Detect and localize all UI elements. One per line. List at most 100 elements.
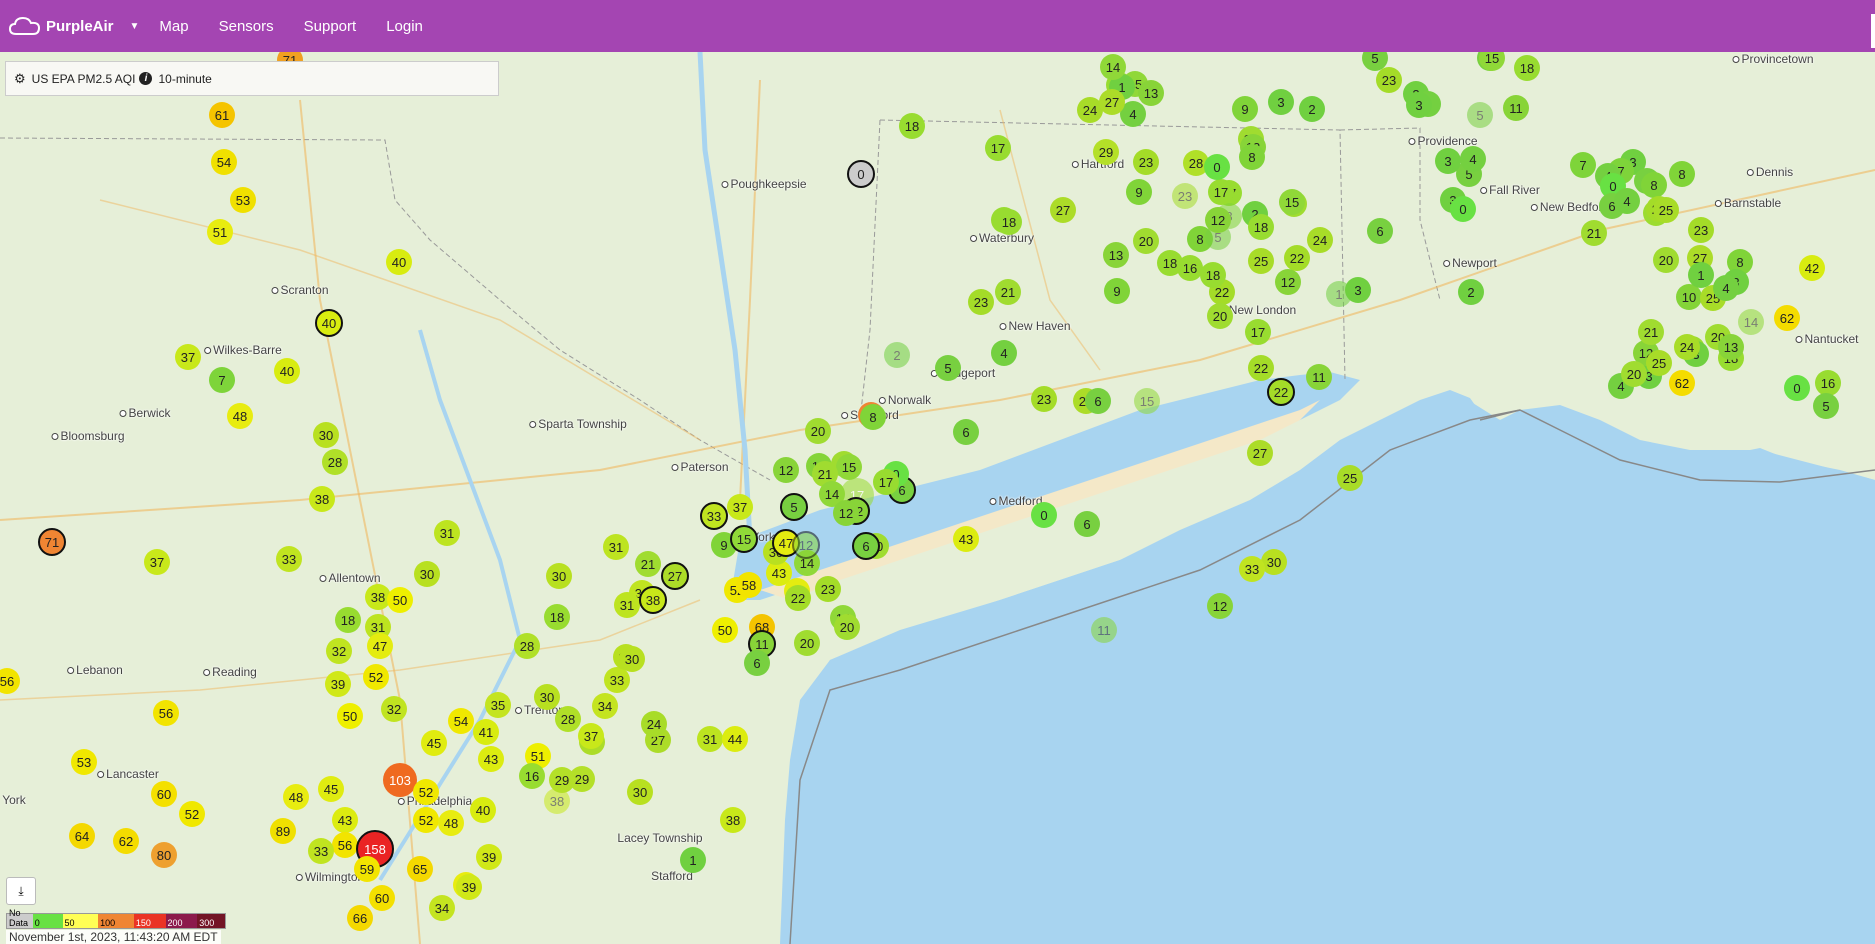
- sensor-marker[interactable]: 41: [473, 719, 499, 745]
- sensor-marker[interactable]: 27: [1099, 89, 1125, 115]
- sensor-marker[interactable]: 39: [456, 874, 482, 900]
- sensor-marker[interactable]: 12: [1207, 593, 1233, 619]
- map-canvas[interactable]: BinghamtonScrantonWilkes-BarreBerwickBlo…: [0, 52, 1875, 944]
- sensor-marker[interactable]: 40: [274, 358, 300, 384]
- sensor-marker[interactable]: 2: [884, 342, 910, 368]
- sensor-marker[interactable]: 14: [1738, 309, 1764, 335]
- sensor-marker[interactable]: 22: [1284, 245, 1310, 271]
- sensor-marker[interactable]: 11: [1306, 364, 1332, 390]
- sensor-marker[interactable]: 6: [852, 532, 880, 560]
- sensor-marker[interactable]: 54: [448, 708, 474, 734]
- sensor-marker[interactable]: 20: [1133, 228, 1159, 254]
- sensor-marker[interactable]: 2: [1458, 279, 1484, 305]
- sensor-marker[interactable]: 9: [1232, 96, 1258, 122]
- sensor-marker[interactable]: 54: [211, 149, 237, 175]
- sensor-marker[interactable]: 16: [1177, 255, 1203, 281]
- sensor-marker[interactable]: 31: [697, 726, 723, 752]
- sensor-marker[interactable]: 39: [476, 844, 502, 870]
- sensor-marker[interactable]: 6: [1367, 218, 1393, 244]
- sensor-marker[interactable]: 61: [209, 102, 235, 128]
- sensor-marker[interactable]: 60: [369, 885, 395, 911]
- sensor-marker[interactable]: 52: [413, 807, 439, 833]
- nav-map[interactable]: Map: [159, 18, 188, 35]
- sensor-marker[interactable]: 58: [736, 572, 762, 598]
- sensor-marker[interactable]: 38: [309, 486, 335, 512]
- sensor-marker[interactable]: 15: [1279, 189, 1305, 215]
- sensor-marker[interactable]: 34: [429, 895, 455, 921]
- sensor-marker[interactable]: 30: [619, 646, 645, 672]
- sensor-marker[interactable]: 18: [1248, 214, 1274, 240]
- sensor-marker[interactable]: 8: [1239, 144, 1265, 170]
- sensor-marker[interactable]: 29: [1093, 139, 1119, 165]
- sensor-marker[interactable]: 17: [1245, 319, 1271, 345]
- sensor-marker[interactable]: 18: [544, 604, 570, 630]
- sensor-marker[interactable]: 17: [1208, 179, 1234, 205]
- sensor-marker[interactable]: 16: [519, 763, 545, 789]
- sensor-marker[interactable]: 50: [387, 587, 413, 613]
- sensor-marker[interactable]: 32: [381, 696, 407, 722]
- sensor-marker[interactable]: 4: [1713, 275, 1739, 301]
- sensor-marker[interactable]: 22: [1248, 355, 1274, 381]
- sensor-marker[interactable]: 7: [1570, 152, 1596, 178]
- sensor-marker[interactable]: 64: [69, 823, 95, 849]
- sensor-marker[interactable]: 16: [1815, 370, 1841, 396]
- sensor-marker[interactable]: 47: [367, 633, 393, 659]
- sensor-marker[interactable]: 52: [413, 779, 439, 805]
- brand-logo[interactable]: PurpleAir: [8, 15, 114, 37]
- sensor-marker[interactable]: 40: [386, 249, 412, 275]
- sensor-marker[interactable]: 6: [744, 650, 770, 676]
- sensor-marker[interactable]: 0: [847, 160, 875, 188]
- sensor-marker[interactable]: 22: [785, 585, 811, 611]
- sensor-marker[interactable]: 4: [1460, 146, 1486, 172]
- sensor-marker[interactable]: 20: [805, 418, 831, 444]
- period-label[interactable]: 10-minute: [158, 72, 211, 86]
- sensor-marker[interactable]: 0: [1450, 196, 1476, 222]
- sensor-marker[interactable]: 3: [1345, 277, 1371, 303]
- sensor-marker[interactable]: 18: [1514, 55, 1540, 81]
- sensor-marker[interactable]: 0: [1204, 154, 1230, 180]
- sensor-marker[interactable]: 27: [661, 562, 689, 590]
- sensor-marker[interactable]: 39: [325, 671, 351, 697]
- sensor-marker[interactable]: 24: [1674, 334, 1700, 360]
- sensor-marker[interactable]: 45: [318, 776, 344, 802]
- sensor-marker[interactable]: 52: [179, 801, 205, 827]
- metric-control[interactable]: ⚙ US EPA PM2.5 AQI i 10-minute: [5, 61, 499, 96]
- sensor-marker[interactable]: 17: [873, 469, 899, 495]
- sensor-marker[interactable]: 23: [968, 289, 994, 315]
- sensor-marker[interactable]: 12: [773, 457, 799, 483]
- sensor-marker[interactable]: 4: [991, 340, 1017, 366]
- sensor-marker[interactable]: 33: [276, 546, 302, 572]
- sensor-marker[interactable]: 6: [1085, 388, 1111, 414]
- sensor-marker[interactable]: 0: [1784, 375, 1810, 401]
- sensor-marker[interactable]: 31: [614, 592, 640, 618]
- sensor-marker[interactable]: 25: [1248, 248, 1274, 274]
- sensor-marker[interactable]: 33: [700, 502, 728, 530]
- sensor-marker[interactable]: 11: [1503, 95, 1529, 121]
- sensor-marker[interactable]: 18: [1200, 262, 1226, 288]
- sensor-marker[interactable]: 23: [1688, 217, 1714, 243]
- sensor-marker[interactable]: 53: [230, 187, 256, 213]
- sensor-marker[interactable]: 38: [639, 586, 667, 614]
- sensor-marker[interactable]: 23: [1133, 149, 1159, 175]
- sensor-marker[interactable]: 28: [322, 449, 348, 475]
- sensor-marker[interactable]: 5: [780, 493, 808, 521]
- info-icon[interactable]: i: [139, 72, 153, 85]
- sensor-marker[interactable]: 9: [1104, 278, 1130, 304]
- sensor-marker[interactable]: 15: [1134, 388, 1160, 414]
- sensor-marker[interactable]: 20: [794, 630, 820, 656]
- sensor-marker[interactable]: 48: [227, 403, 253, 429]
- sensor-marker[interactable]: 45: [421, 730, 447, 756]
- sensor-marker[interactable]: 23: [1172, 183, 1198, 209]
- nav-support[interactable]: Support: [304, 18, 357, 35]
- chevron-down-icon[interactable]: ▼: [130, 21, 140, 32]
- sensor-marker[interactable]: 29: [549, 767, 575, 793]
- sensor-marker[interactable]: 62: [113, 828, 139, 854]
- sensor-marker[interactable]: 10: [1676, 284, 1702, 310]
- sensor-marker[interactable]: 7: [209, 367, 235, 393]
- sensor-marker[interactable]: 43: [478, 746, 504, 772]
- sensor-marker[interactable]: 24: [641, 711, 667, 737]
- sensor-marker[interactable]: 59: [354, 856, 380, 882]
- scrollbar-handle[interactable]: [1871, 14, 1875, 48]
- sensor-marker[interactable]: 30: [1261, 549, 1287, 575]
- sensor-marker[interactable]: 30: [627, 779, 653, 805]
